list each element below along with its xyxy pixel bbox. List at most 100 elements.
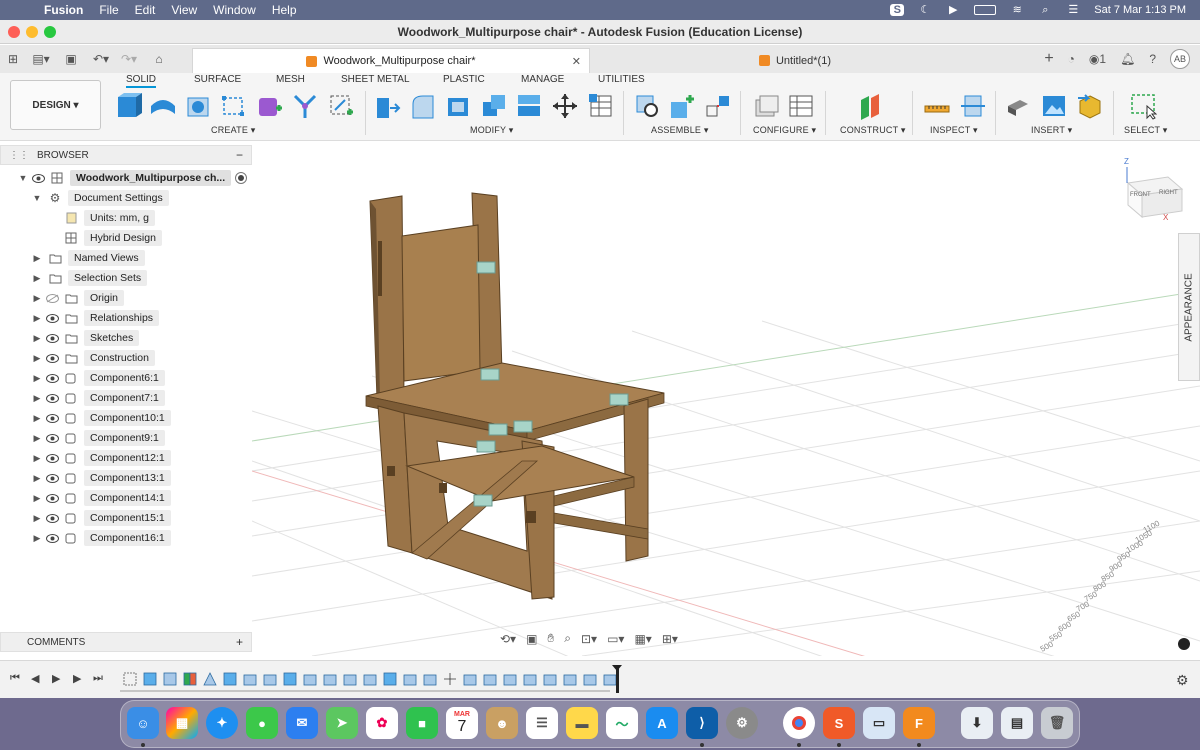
- app-grid-icon[interactable]: ⊞: [2, 49, 24, 69]
- viewcube-front-label[interactable]: FRONT: [1130, 192, 1151, 198]
- chevron-right-icon[interactable]: ▶: [30, 253, 44, 264]
- modify-group-label[interactable]: MODIFY ▾: [470, 125, 513, 136]
- inspect-group-label[interactable]: INSPECT ▾: [930, 125, 978, 136]
- new-tab-icon[interactable]: +: [1044, 50, 1053, 68]
- change-parameters-icon[interactable]: [587, 92, 615, 120]
- assemble-group-label[interactable]: ASSEMBLE ▾: [651, 125, 709, 136]
- go-to-start-icon[interactable]: ⏮︎: [10, 672, 20, 685]
- s-app-status-icon[interactable]: S: [890, 4, 905, 16]
- menu-view[interactable]: View: [163, 3, 205, 17]
- tree-component[interactable]: ▶ Component15:1: [30, 509, 171, 527]
- chevron-right-icon[interactable]: ▶: [30, 293, 44, 304]
- vscode-icon[interactable]: ⟩: [686, 707, 718, 739]
- tree-component[interactable]: ▶ Component16:1: [30, 529, 171, 547]
- move-icon[interactable]: [551, 92, 579, 120]
- tree-selection-sets[interactable]: ▶ Selection Sets: [30, 269, 148, 287]
- tab-utilities[interactable]: UTILITIES: [598, 74, 645, 85]
- chevron-right-icon[interactable]: ▶: [30, 493, 44, 504]
- minimize-window-button[interactable]: [26, 26, 38, 38]
- menu-window[interactable]: Window: [205, 3, 264, 17]
- finder-icon[interactable]: ☺: [127, 707, 159, 739]
- insert-canvas-icon[interactable]: [1040, 92, 1068, 120]
- chevron-right-icon[interactable]: ▶: [30, 413, 44, 424]
- create-group-label[interactable]: CREATE ▾: [211, 125, 255, 136]
- browser-minimize-icon[interactable]: −: [236, 148, 243, 162]
- eye-icon[interactable]: [44, 493, 60, 503]
- as-built-joint-icon[interactable]: [704, 92, 732, 120]
- tab-solid[interactable]: SOLID: [126, 74, 157, 88]
- system-settings-icon[interactable]: ⚙: [726, 707, 758, 739]
- comments-panel[interactable]: COMMENTS +: [0, 632, 252, 652]
- menubar-clock[interactable]: Sat 7 Mar 1:13 PM: [1094, 4, 1186, 16]
- timeline-settings-gear-icon[interactable]: ⚙: [1176, 672, 1189, 689]
- job-status-icon[interactable]: ◉1: [1089, 52, 1106, 66]
- step-back-icon[interactable]: ◀︎: [31, 672, 39, 685]
- tree-component[interactable]: ▶ Component13:1: [30, 469, 171, 487]
- eye-icon[interactable]: [44, 513, 60, 523]
- browser-header[interactable]: ⋮⋮ BROWSER −: [0, 145, 252, 165]
- tree-document-settings[interactable]: ▼ ⚙ Document Settings: [30, 189, 169, 207]
- timeline-feature-strip[interactable]: [120, 661, 620, 699]
- viewcube[interactable]: FRONT RIGHT Z X: [1124, 157, 1184, 222]
- save-icon[interactable]: ▣: [60, 49, 82, 69]
- wifi-icon[interactable]: ≋: [1010, 4, 1024, 16]
- new-component-assemble-icon[interactable]: [668, 92, 696, 120]
- chevron-right-icon[interactable]: ▶: [30, 533, 44, 544]
- tab-untitled-document[interactable]: Untitled*(1): [600, 48, 990, 73]
- pan-hand-icon[interactable]: ✋︎: [547, 631, 554, 646]
- eye-icon[interactable]: [44, 433, 60, 443]
- active-radio-icon[interactable]: [235, 172, 248, 184]
- press-pull-icon[interactable]: [374, 92, 402, 120]
- look-at-icon[interactable]: ▣: [526, 632, 537, 646]
- tree-component[interactable]: ▶ Component12:1: [30, 449, 171, 467]
- tree-units[interactable]: Units: mm, g: [60, 209, 155, 227]
- tree-origin[interactable]: ▶ Origin: [30, 289, 125, 307]
- eye-icon[interactable]: [44, 413, 60, 423]
- eye-icon[interactable]: [44, 473, 60, 483]
- contacts-icon[interactable]: ☻: [486, 707, 518, 739]
- tree-hybrid-design[interactable]: Hybrid Design: [60, 229, 162, 247]
- chevron-right-icon[interactable]: ▶: [30, 433, 44, 444]
- menu-help[interactable]: Help: [264, 3, 305, 17]
- canvas-scene[interactable]: 1100 1050 1000 950 900 850 800 750 700 6…: [252, 141, 1200, 656]
- trash-icon[interactable]: 🗑︎: [1041, 707, 1073, 739]
- pipe-icon[interactable]: [291, 92, 319, 120]
- insert-group-label[interactable]: INSERT ▾: [1031, 125, 1072, 136]
- eye-icon[interactable]: [44, 313, 60, 323]
- chevron-right-icon[interactable]: ▶: [30, 373, 44, 384]
- go-to-end-icon[interactable]: ⏭︎: [93, 672, 103, 685]
- close-window-button[interactable]: [8, 26, 20, 38]
- browser-collapse-icon[interactable]: ⋮⋮: [9, 150, 29, 161]
- construct-group-label[interactable]: CONSTRUCT ▾: [840, 125, 906, 136]
- tree-root[interactable]: ▼ Woodwork_Multipurpose ch...: [16, 169, 248, 187]
- mail-icon[interactable]: ✉: [286, 707, 318, 739]
- messages-icon[interactable]: ●: [246, 707, 278, 739]
- eye-hidden-icon[interactable]: [44, 293, 60, 303]
- measure-icon[interactable]: [923, 92, 951, 120]
- tree-component[interactable]: ▶ Component6:1: [30, 369, 165, 387]
- control-center-icon[interactable]: ☰: [1066, 4, 1080, 16]
- step-forward-icon[interactable]: ▶︎: [73, 672, 81, 685]
- home-icon[interactable]: ⌂: [148, 49, 170, 69]
- zoom-window-button[interactable]: [44, 26, 56, 38]
- chevron-down-icon[interactable]: ▼: [30, 193, 44, 203]
- insert-derive-icon[interactable]: [1004, 92, 1032, 120]
- tab-mesh[interactable]: MESH: [276, 74, 305, 85]
- split-body-icon[interactable]: [515, 92, 543, 120]
- chevron-right-icon[interactable]: ▶: [30, 393, 44, 404]
- play-icon[interactable]: ▶: [946, 4, 960, 16]
- insert-mesh-icon[interactable]: [1076, 92, 1104, 120]
- chevron-right-icon[interactable]: ▶: [30, 273, 44, 284]
- timeline-marker-head[interactable]: [612, 665, 622, 671]
- tree-component[interactable]: ▶ Component7:1: [30, 389, 165, 407]
- fusion-dock-icon[interactable]: F: [903, 707, 935, 739]
- sync-icon[interactable]: ◔: [1068, 52, 1075, 66]
- extrude-icon[interactable]: [149, 92, 177, 120]
- sketch-icon[interactable]: [220, 92, 248, 120]
- undo-icon[interactable]: ↶▾: [90, 49, 112, 69]
- 3d-viewport[interactable]: 1100 1050 1000 950 900 850 800 750 700 6…: [252, 141, 1200, 656]
- battery-icon[interactable]: [974, 5, 997, 15]
- chevron-right-icon[interactable]: ▶: [30, 333, 44, 344]
- menu-app-name[interactable]: Fusion: [36, 3, 91, 17]
- chevron-right-icon[interactable]: ▶: [30, 313, 44, 324]
